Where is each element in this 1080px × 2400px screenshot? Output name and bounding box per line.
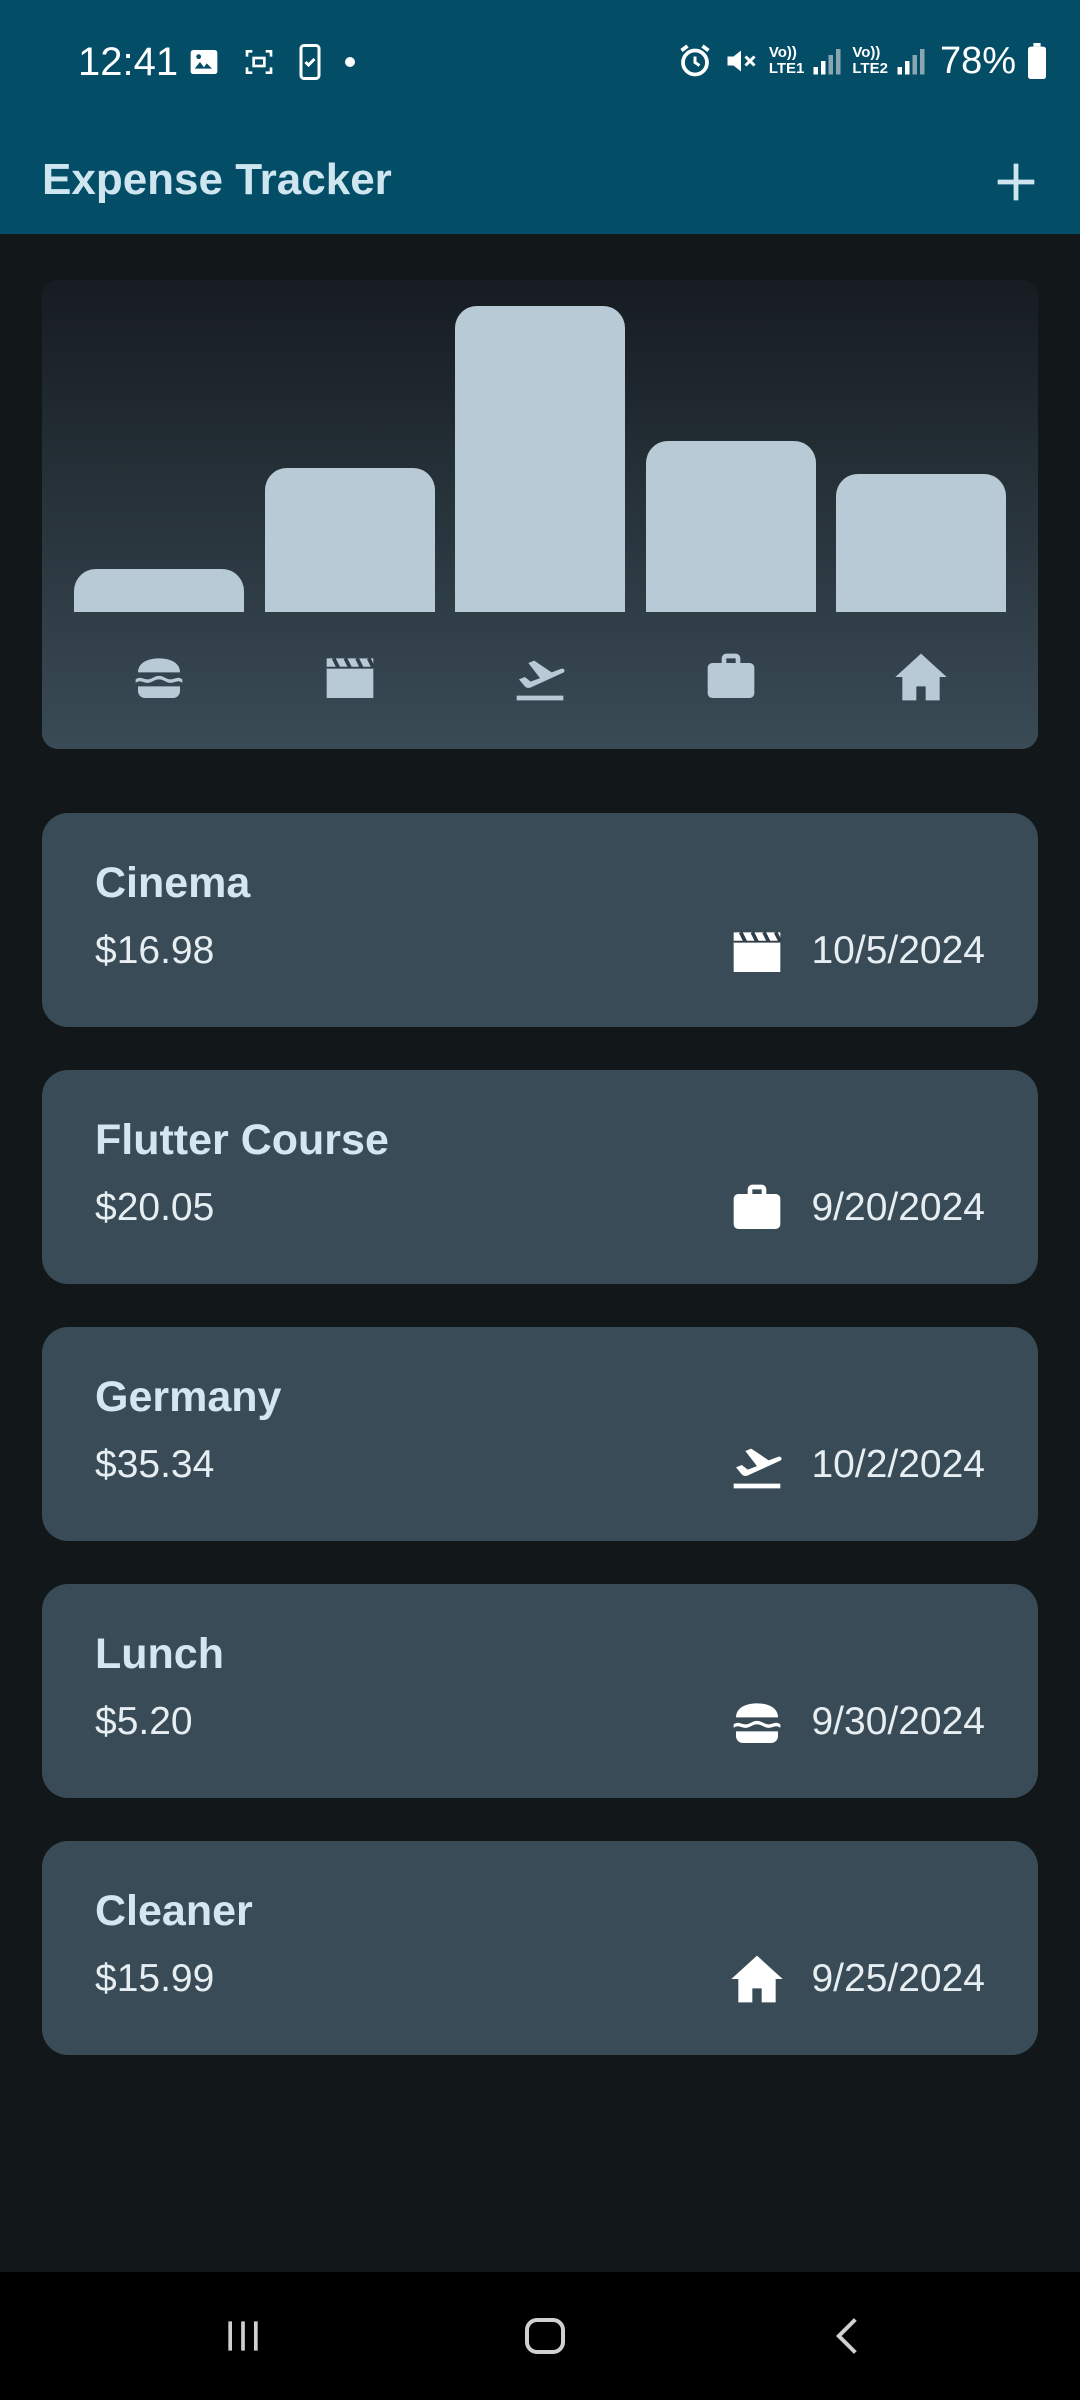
expense-item[interactable]: Cleaner $15.99 9/25/2024 [42,1841,1038,2055]
expense-title: Flutter Course [95,1116,389,1164]
clapperboard-icon [729,923,785,979]
expense-item[interactable]: Germany $35.34 10/2/2024 [42,1327,1038,1541]
expense-item[interactable]: Cinema $16.98 10/5/2024 [42,813,1038,1027]
plus-icon [997,163,1035,201]
status-left-icons [188,44,356,80]
house-icon [836,642,1006,712]
clapperboard-icon [265,642,435,712]
back-button[interactable] [788,2296,908,2376]
burger-icon [729,1694,785,1750]
battery-icon [1028,43,1046,79]
alarm-icon [680,44,710,77]
phone-check-icon [299,44,321,80]
chart-category-icons [74,642,1006,712]
add-expense-button[interactable] [980,146,1052,218]
expense-amount: $20.05 [95,1186,215,1229]
expense-meta: 9/30/2024 [729,1694,985,1750]
expense-date: 10/2/2024 [811,1443,985,1486]
expense-amount: $15.99 [95,1957,215,2000]
signal-icon [813,49,841,75]
navigation-bar [0,2272,1080,2400]
expense-date: 9/30/2024 [811,1700,985,1743]
house-icon [729,1951,785,2007]
chart-bar-col-home [836,306,1006,612]
chart-bar-work [645,440,816,612]
expense-title: Cinema [95,859,251,907]
briefcase-icon [646,642,816,712]
chart-bar-col-travel [455,306,625,612]
expense-title: Lunch [95,1630,224,1678]
expense-item[interactable]: Lunch $5.20 9/30/2024 [42,1584,1038,1798]
burger-icon [74,642,244,712]
chart-bar-col-leisure [264,306,435,612]
plane-departure-icon [455,642,625,712]
expense-chart [42,280,1038,749]
chart-bar-home [836,474,1006,612]
signal-icon [897,49,925,75]
back-icon [835,2318,857,2354]
sim2-label: Vo)) LTE2 [852,44,888,77]
expense-item[interactable]: Flutter Course $20.05 9/20/2024 [42,1070,1038,1284]
chart-bar-leisure [264,468,435,612]
gallery-icon [190,50,218,74]
app-title: Expense Tracker [42,155,392,204]
chart-bar-col-food [74,306,244,612]
expense-meta: 9/20/2024 [729,1180,985,1236]
expense-amount: $16.98 [95,929,215,972]
expense-date: 9/20/2024 [811,1186,985,1229]
mute-icon [727,50,756,72]
chart-bar-travel [455,306,625,612]
recent-apps-icon [228,2321,258,2351]
home-icon [525,2318,565,2354]
expense-meta: 10/2/2024 [729,1437,985,1493]
briefcase-icon [729,1180,785,1236]
expense-meta: 9/25/2024 [729,1951,985,2007]
expense-date: 10/5/2024 [811,929,985,972]
battery-percent: 78% [939,40,1016,82]
app-bar: Expense Tracker [0,124,1080,234]
expense-date: 9/25/2024 [811,1957,985,2000]
status-bar: 12:41 Vo)) LTE1 Vo)) LTE2 78% [0,0,1080,124]
expense-amount: $35.34 [95,1443,215,1486]
sim1-label: Vo)) LTE1 [768,44,805,77]
screenshot-icon [245,50,273,74]
expense-title: Cleaner [95,1887,253,1935]
status-time: 12:41 [78,40,179,84]
expense-meta: 10/5/2024 [729,923,985,979]
expense-amount: $5.20 [95,1700,193,1743]
chart-bar-col-work [645,306,816,612]
plane-departure-icon [729,1437,785,1493]
recent-apps-button[interactable] [183,2296,303,2376]
status-right-icons: Vo)) LTE1 Vo)) LTE2 78% [677,36,1048,86]
chart-bar-food [74,569,244,612]
home-button[interactable] [485,2296,605,2376]
dot-icon [345,57,355,67]
expense-title: Germany [95,1373,282,1421]
chart-bars [74,306,1006,612]
